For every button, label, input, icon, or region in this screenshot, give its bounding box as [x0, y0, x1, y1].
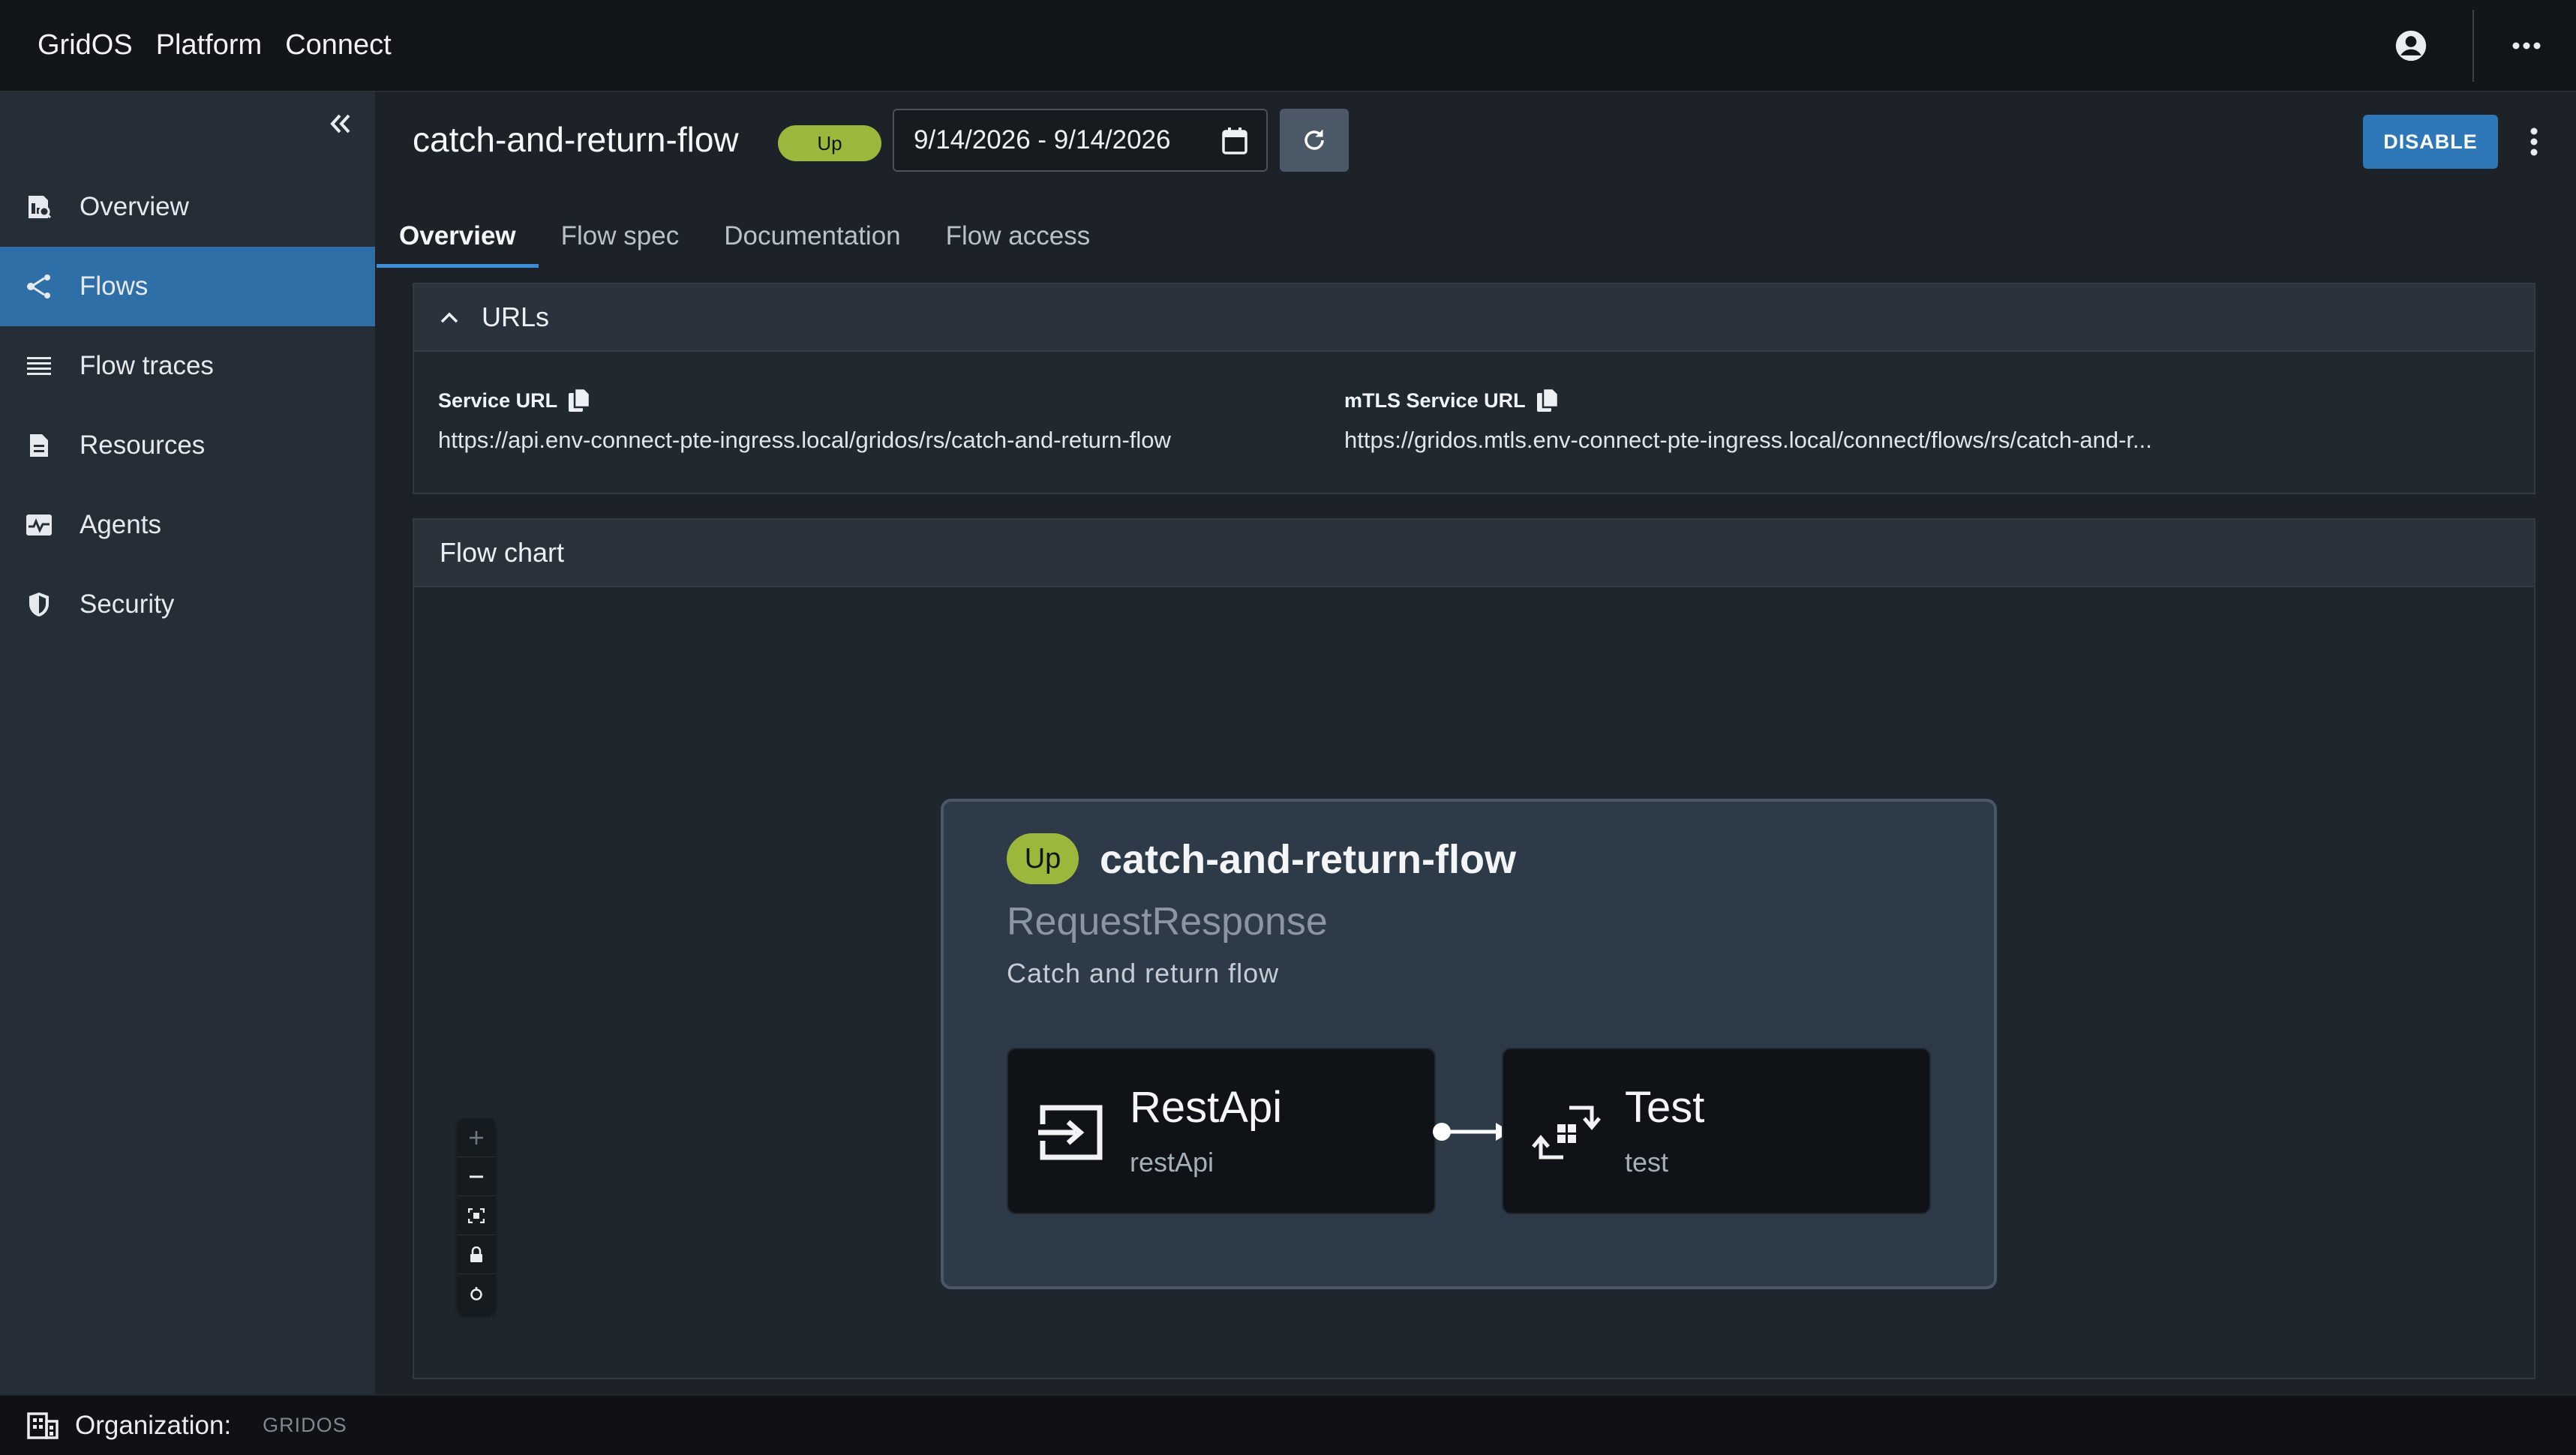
node-subtitle: restApi [1130, 1147, 1214, 1178]
shield-icon [26, 591, 53, 618]
flow-group-title: catch-and-return-flow [1100, 837, 1517, 882]
tab-documentation[interactable]: Documentation [701, 205, 923, 268]
agents-icon [26, 512, 53, 538]
date-range-picker[interactable]: 9/14/2026 - 9/14/2026 [893, 109, 1268, 172]
tab-bar: Overview Flow spec Documentation Flow ac… [377, 205, 1112, 268]
reset-icon[interactable] [458, 1274, 495, 1313]
sidebar-item-resources[interactable]: Resources [0, 406, 375, 485]
top-bar-actions [2388, 0, 2576, 91]
transform-icon [1530, 1102, 1602, 1163]
document-icon [26, 432, 53, 459]
tab-flow-spec[interactable]: Flow spec [539, 205, 702, 268]
sidebar-item-agents[interactable]: Agents [0, 485, 375, 565]
lock-icon[interactable] [458, 1235, 495, 1274]
flow-header: catch-and-return-flow Up 9/14/2026 - 9/1… [377, 92, 2576, 268]
fit-view-icon[interactable] [458, 1196, 495, 1235]
urls-card-header[interactable]: URLs [414, 284, 2534, 352]
disable-button[interactable]: DISABLE [2363, 115, 2498, 169]
node-subtitle: test [1625, 1147, 1669, 1178]
calendar-icon[interactable] [1221, 127, 1248, 155]
organization-bar: Organization: GRIDOS [0, 1394, 2576, 1455]
flow-node-restapi[interactable]: RestApi restApi [1007, 1048, 1436, 1214]
chevron-up-icon[interactable] [440, 311, 459, 323]
urls-card-title: URLs [482, 302, 550, 332]
service-url-label-row: Service URL [438, 388, 1171, 413]
brand: GridOS Platform Connect [38, 29, 392, 62]
main-content: catch-and-return-flow Up 9/14/2026 - 9/1… [377, 92, 2576, 1394]
service-url-value[interactable]: https://api.env-connect-pte-ingress.loca… [438, 427, 1171, 454]
sidebar-item-flows[interactable]: Flows [0, 247, 375, 326]
refresh-icon [1305, 130, 1324, 150]
sidebar-item-flow-traces[interactable]: Flow traces [0, 326, 375, 406]
flow-group-description: Catch and return flow [1007, 958, 1280, 988]
status-badge: Up [778, 125, 881, 161]
more-horizontal-icon[interactable] [2504, 23, 2549, 68]
flow-chart-title: Flow chart [440, 537, 565, 568]
sidebar-item-label: Flows [80, 272, 149, 301]
user-account-icon[interactable] [2388, 23, 2433, 68]
node-name: Test [1625, 1083, 1705, 1132]
top-bar: GridOS Platform Connect [0, 0, 2576, 92]
flow-group-type: RequestResponse [1007, 900, 1328, 944]
sidebar-item-label: Security [80, 590, 175, 619]
sidebar-item-security[interactable]: Security [0, 565, 375, 644]
list-icon [26, 352, 53, 380]
top-bar-divider [2472, 9, 2474, 82]
refresh-button[interactable] [1280, 109, 1349, 172]
brand-gridos[interactable]: GridOS [38, 29, 133, 62]
flows-icon [26, 273, 53, 300]
flow-node-test[interactable]: Test test [1502, 1048, 1931, 1214]
mtls-url-label-row: mTLS Service URL [1344, 388, 2152, 413]
service-url-label: Service URL [438, 388, 558, 412]
brand-platform[interactable]: Platform [156, 29, 262, 62]
collapse-sidebar-icon[interactable] [323, 106, 359, 142]
overview-panel: URLs Service URL https://api.env-connect… [377, 269, 2576, 1394]
sidebar-item-label: Flow traces [80, 351, 214, 380]
building-icon [27, 1412, 59, 1439]
flow-status-badge: Up [1007, 833, 1079, 884]
flow-chart-card: Flow chart Up catch-and-return-flow Requ… [413, 518, 2535, 1379]
flow-chart-canvas[interactable]: Up catch-and-return-flow RequestResponse… [414, 587, 2534, 1378]
node-name: RestApi [1130, 1083, 1283, 1132]
flow-chart-card-header: Flow chart [414, 520, 2534, 587]
urls-card: URLs Service URL https://api.env-connect… [413, 283, 2535, 494]
overview-icon [26, 194, 53, 220]
zoom-in-icon[interactable] [458, 1118, 495, 1157]
sidebar-item-overview[interactable]: Overview [0, 167, 375, 247]
sidebar-nav: Overview Flows Flow traces Resources Age… [0, 167, 375, 644]
sidebar: Overview Flows Flow traces Resources Age… [0, 92, 377, 1394]
mtls-url-block: mTLS Service URL https://gridos.mtls.env… [1344, 388, 2152, 454]
more-vertical-icon[interactable] [2519, 122, 2549, 161]
copy-icon[interactable] [568, 388, 591, 413]
input-icon [1035, 1102, 1107, 1163]
organization-label: Organization: [75, 1410, 232, 1440]
mtls-url-label: mTLS Service URL [1344, 388, 1526, 412]
page-title: catch-and-return-flow [413, 120, 739, 159]
date-range-value: 9/14/2026 - 9/14/2026 [914, 125, 1171, 154]
flow-group-node[interactable]: Up catch-and-return-flow RequestResponse… [941, 799, 1997, 1289]
mtls-url-value[interactable]: https://gridos.mtls.env-connect-pte-ingr… [1344, 427, 2152, 454]
tab-flow-access[interactable]: Flow access [923, 205, 1113, 268]
organization-value[interactable]: GRIDOS [263, 1414, 347, 1437]
zoom-out-icon[interactable] [458, 1157, 495, 1196]
sidebar-item-label: Overview [80, 192, 189, 221]
sidebar-item-label: Agents [80, 510, 161, 539]
copy-icon[interactable] [1536, 388, 1559, 413]
brand-connect[interactable]: Connect [285, 29, 392, 62]
tab-overview[interactable]: Overview [377, 205, 539, 268]
sidebar-item-label: Resources [80, 430, 206, 460]
chart-zoom-controls [458, 1118, 495, 1315]
service-url-block: Service URL https://api.env-connect-pte-… [438, 388, 1171, 454]
